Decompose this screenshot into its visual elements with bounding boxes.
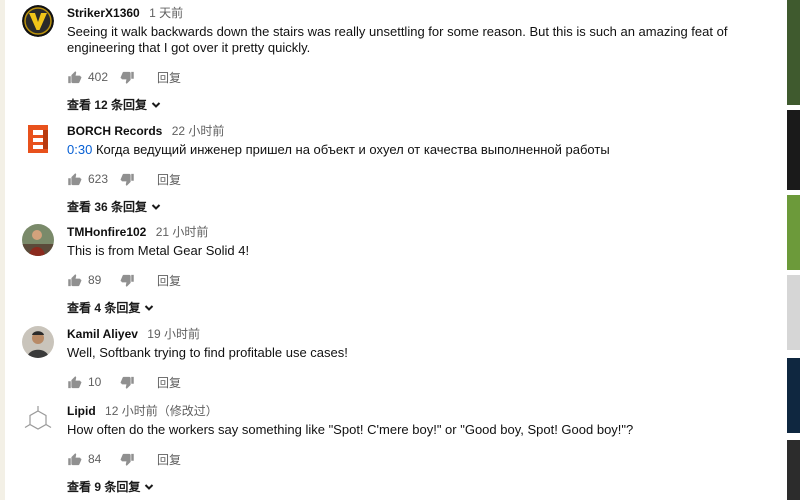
avatar-v-logo-icon — [22, 5, 54, 37]
comment-text-container: 0:30 Когда ведущий инженер пришел на объ… — [67, 142, 767, 158]
thumbs-up-icon — [68, 375, 82, 388]
comment-header: StrikerX1360 1 天前 — [67, 5, 767, 21]
comment-body: Kamil Aliyev 19 小时前 Well, Softbank tryin… — [67, 326, 767, 391]
like-count: 84 — [88, 452, 102, 466]
dislike-button[interactable] — [120, 273, 135, 288]
thumbs-down-icon — [120, 376, 134, 389]
related-videos-strip — [787, 0, 800, 500]
like-button[interactable] — [67, 70, 82, 85]
related-video-thumbnail[interactable] — [787, 358, 800, 433]
comment-body: Lipid 12 小时前（修改过） How often do the worke… — [67, 403, 767, 496]
comment-author[interactable]: BORCH Records — [67, 124, 162, 138]
like-count: 402 — [88, 70, 109, 84]
comment-time[interactable]: 19 小时前 — [147, 327, 200, 341]
view-replies-label: 查看 12 条回复 — [67, 98, 148, 112]
comment-text: Когда ведущий инженер пришел на объект и… — [95, 142, 610, 157]
chevron-down-icon — [151, 203, 161, 210]
reply-button[interactable]: 回复 — [157, 69, 181, 86]
comment-time[interactable]: 1 天前 — [149, 6, 183, 20]
avatar-borch-logo-icon — [28, 125, 48, 153]
view-replies-button[interactable]: 查看 12 条回复 — [67, 96, 161, 113]
comment-text: This is from Metal Gear Solid 4! — [67, 243, 250, 258]
avatar[interactable] — [22, 123, 54, 155]
avatar-photo-icon — [22, 326, 54, 358]
dislike-button[interactable] — [120, 172, 135, 187]
avatar[interactable] — [22, 403, 54, 435]
thumbs-down-icon — [120, 453, 134, 466]
comment-author[interactable]: Lipid — [67, 404, 96, 418]
comment-actions: 402 回复 — [67, 68, 767, 86]
view-replies-label: 查看 4 条回复 — [67, 301, 141, 315]
related-video-thumbnail[interactable] — [787, 195, 800, 270]
related-video-thumbnail[interactable] — [787, 110, 800, 190]
thumbs-up-icon — [68, 273, 82, 286]
thumbs-up-icon — [68, 172, 82, 185]
thumbs-down-icon — [120, 274, 134, 287]
comment-text: How often do the workers say something l… — [67, 422, 634, 437]
comment-author[interactable]: TMHonfire102 — [67, 225, 146, 239]
like-button[interactable] — [67, 452, 82, 467]
comment-header: TMHonfire102 21 小时前 — [67, 224, 767, 240]
like-count: 89 — [88, 273, 102, 287]
comment-actions: 89 回复 — [67, 271, 767, 289]
related-video-thumbnail[interactable] — [787, 0, 800, 105]
dislike-button[interactable] — [120, 452, 135, 467]
thumbs-up-icon — [68, 452, 82, 465]
view-replies-button[interactable]: 查看 4 条回复 — [67, 299, 154, 316]
avatar-molecule-icon — [22, 403, 54, 435]
comment-header: BORCH Records 22 小时前 — [67, 123, 767, 139]
view-replies-button[interactable]: 查看 9 条回复 — [67, 478, 154, 495]
view-replies-label: 查看 36 条回复 — [67, 200, 148, 214]
comment-text: Well, Softbank trying to find profitable… — [67, 345, 348, 360]
view-replies-label: 查看 9 条回复 — [67, 480, 141, 494]
comment-text: Seeing it walk backwards down the stairs… — [67, 24, 728, 55]
dislike-button[interactable] — [120, 375, 135, 390]
chevron-down-icon — [145, 483, 154, 490]
avatar[interactable] — [22, 5, 54, 37]
comment-body: BORCH Records 22 小时前 0:30 Когда ведущий … — [67, 123, 767, 216]
chevron-down-icon — [151, 101, 161, 108]
avatar[interactable] — [22, 224, 54, 256]
comment-actions: 10 回复 — [67, 373, 767, 391]
comment-author[interactable]: Kamil Aliyev — [67, 327, 138, 341]
thumbs-up-icon — [68, 70, 82, 83]
like-count: 623 — [88, 172, 109, 186]
related-video-thumbnail[interactable] — [787, 275, 800, 350]
comment-body: TMHonfire102 21 小时前 This is from Metal G… — [67, 224, 767, 317]
comment-author[interactable]: StrikerX1360 — [67, 6, 140, 20]
comment-time[interactable]: 22 小时前 — [172, 124, 225, 138]
comment-header: Lipid 12 小时前（修改过） — [67, 403, 767, 419]
reply-button[interactable]: 回复 — [157, 272, 181, 289]
avatar-photo-icon — [22, 224, 54, 256]
comment-body: StrikerX1360 1 天前 Seeing it walk backwar… — [67, 5, 767, 114]
comment-actions: 623 回复 — [67, 170, 767, 188]
chevron-down-icon — [145, 304, 154, 311]
video-timestamp-link[interactable]: 0:30 — [67, 142, 92, 157]
like-button[interactable] — [67, 273, 82, 288]
reply-button[interactable]: 回复 — [157, 374, 181, 391]
like-count: 10 — [88, 375, 102, 389]
comment-actions: 84 回复 — [67, 450, 767, 468]
window-left-edge — [0, 0, 5, 500]
thumbs-down-icon — [120, 173, 134, 186]
like-button[interactable] — [67, 172, 82, 187]
comment-time[interactable]: 21 小时前 — [156, 225, 209, 239]
avatar[interactable] — [22, 326, 54, 358]
reply-button[interactable]: 回复 — [157, 171, 181, 188]
comment-header: Kamil Aliyev 19 小时前 — [67, 326, 767, 342]
reply-button[interactable]: 回复 — [157, 451, 181, 468]
like-button[interactable] — [67, 375, 82, 390]
related-video-thumbnail[interactable] — [787, 440, 800, 500]
view-replies-button[interactable]: 查看 36 条回复 — [67, 198, 161, 215]
thumbs-down-icon — [120, 71, 134, 84]
dislike-button[interactable] — [120, 70, 135, 85]
comment-time[interactable]: 12 小时前（修改过） — [105, 404, 218, 418]
